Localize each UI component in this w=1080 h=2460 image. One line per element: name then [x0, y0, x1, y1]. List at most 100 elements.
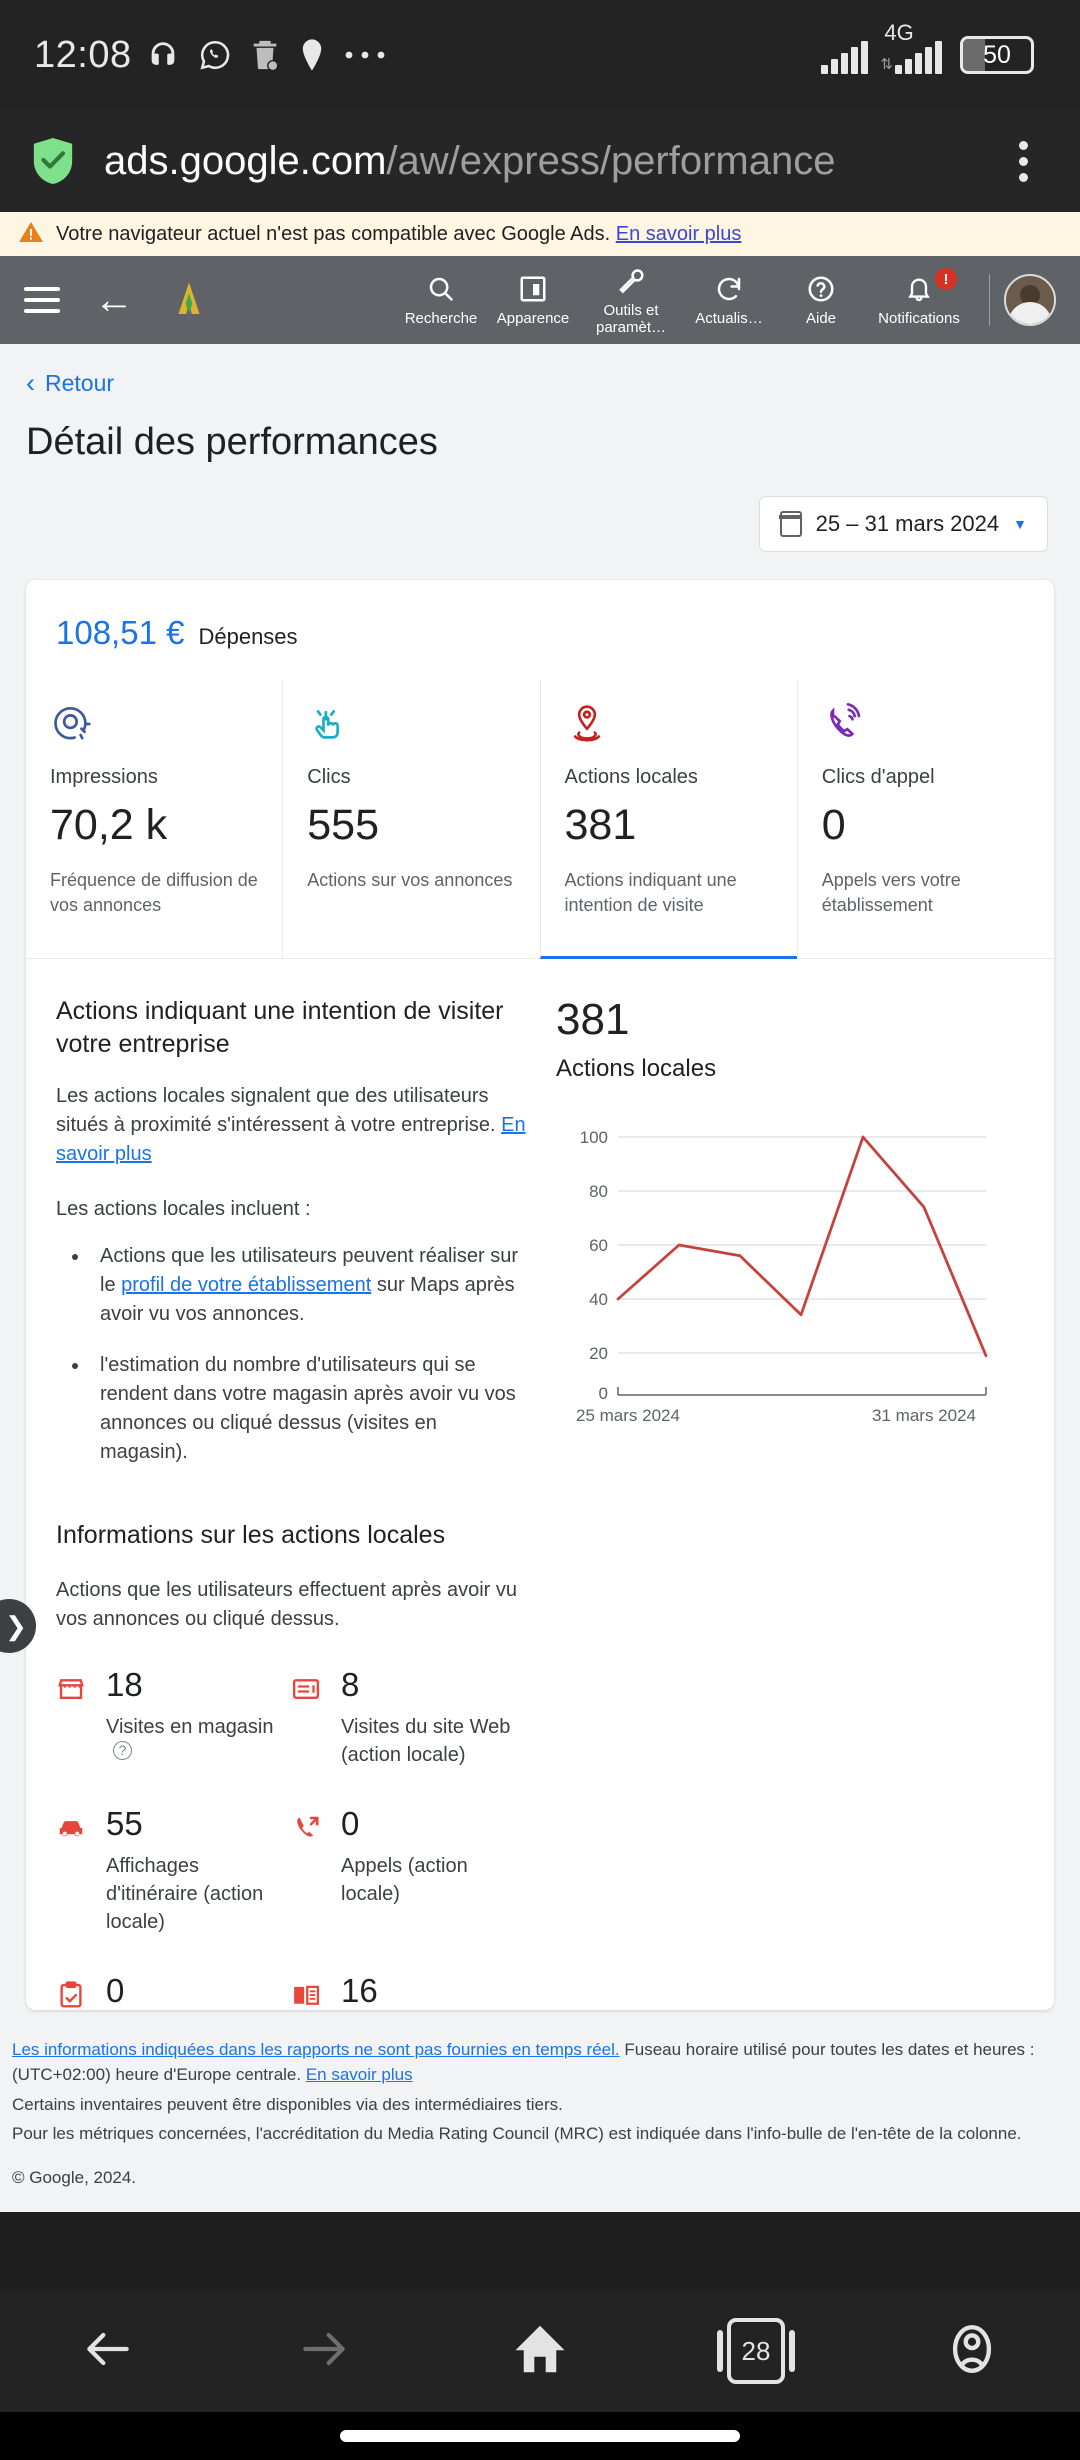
chart-metric-label: Actions locales [556, 1054, 717, 1082]
url-path: /aw/express/performance [386, 138, 836, 183]
metric-tiles: Impressions 70,2 k Fréquence de diffusio… [26, 680, 1054, 959]
local-stat-value: 8 [341, 1666, 360, 1704]
local-actions-info-heading: Informations sur les actions locales [56, 1521, 446, 1550]
warning-learn-more-link[interactable]: En savoir plus [616, 223, 742, 245]
performance-card: 108,51 € Dépenses Impressions 70,2 k Fré… [26, 580, 1054, 2010]
metric-name-clics-appel: Clics d'appel [821, 766, 935, 788]
metric-tile-actions-locales[interactable]: Actions locales 381 Actions indiquant un… [539, 680, 797, 959]
battery-icon: 50 [960, 36, 1034, 74]
wrench-icon [616, 264, 646, 298]
back-arrow-icon [80, 2321, 136, 2382]
call-clicks-icon [822, 698, 1030, 746]
metric-value-actions-locales: 381 [564, 801, 637, 849]
local-stat-value: 55 [106, 1805, 143, 1843]
local-stats-grid: 18 Visites en magasin? 8 Visites du site… [56, 1668, 526, 2010]
footer-learn-more-link[interactable]: En savoir plus [306, 2065, 413, 2084]
footer-line-1: Les informations indiquées dans les rapp… [12, 2037, 1068, 2088]
warning-triangle-icon [18, 220, 44, 249]
home-icon [509, 2318, 571, 2385]
data-transfer-icon: ⇅ [880, 56, 893, 73]
toolbar-item-apparence[interactable]: Apparence [487, 272, 579, 327]
directions-car-icon [56, 1807, 90, 1936]
tabs-icon: 28 [717, 2318, 795, 2384]
local-stat-visites-site-web: 8 Visites du site Web (action locale) [291, 1668, 526, 1769]
signal-strength-icon-1 [821, 40, 869, 74]
local-stat-label: Visites en magasin [106, 1716, 274, 1739]
date-range-picker[interactable]: 25 – 31 mars 2024 ▼ [758, 496, 1048, 552]
page-title: Détail des performances [26, 421, 438, 463]
chevron-left-icon: ‹ [26, 368, 35, 398]
nav-back-button[interactable] [0, 2321, 216, 2382]
gesture-bar [0, 2412, 1080, 2460]
toolbar-label-actualiser: Actualis… [695, 310, 763, 328]
toolbar-divider [989, 274, 990, 326]
kebab-menu-icon[interactable] [996, 140, 1050, 182]
battery-level-label: 50 [983, 40, 1011, 69]
list-item: l'estimation du nombre d'utilisateurs qu… [90, 1351, 526, 1467]
chart-svg: 100 80 60 40 20 0 [580, 1128, 988, 1403]
google-ads-toolbar: ← Recherche Apparence Outils et paramèt… [0, 256, 1080, 344]
detail-heading: Actions indiquant une intention de visit… [56, 996, 504, 1059]
location-pin-icon [298, 38, 326, 72]
back-link[interactable]: ‹ Retour [0, 344, 1080, 397]
local-stat-value: 0 [341, 1805, 360, 1843]
toolbar-back-arrow-icon[interactable]: ← [94, 280, 134, 320]
toolbar-item-actualiser[interactable]: Actualis… [683, 272, 775, 327]
battery-indicator: 50 [960, 36, 1034, 74]
detail-bullet-list: Actions que les utilisateurs peuvent réa… [90, 1242, 526, 1467]
nav-account-button[interactable] [864, 2320, 1080, 2383]
browser-compat-warning-banner: Votre navigateur actuel n'est pas compat… [0, 212, 1080, 256]
local-stat-commandes: 0 Commandes (action locale) [56, 1974, 291, 2010]
location-actions-icon [565, 698, 773, 746]
bullet1-link[interactable]: profil de votre établissement [121, 1274, 371, 1296]
local-stat-value: 18 [106, 1666, 143, 1704]
local-stat-value: 0 [106, 1972, 125, 2010]
url-domain: ads.google.com [104, 138, 387, 183]
menu-book-icon [291, 1974, 325, 2010]
browser-url-bar[interactable]: ads.google.com/aw/express/performance [0, 110, 1080, 212]
website-card-icon [291, 1668, 325, 1769]
metric-tile-clics[interactable]: Clics 555 Actions sur vos annonces [282, 680, 539, 958]
local-stat-appels: 0 Appels (action locale) [291, 1807, 526, 1936]
nav-home-button[interactable] [432, 2318, 648, 2385]
toolbar-item-aide[interactable]: Aide [775, 272, 867, 327]
network-type-group: 4G ⇅ [880, 20, 942, 74]
back-link-label: Retour [45, 370, 115, 396]
calendar-icon [779, 511, 803, 537]
toolbar-label-apparence: Apparence [496, 310, 570, 328]
google-ads-logo[interactable] [168, 279, 210, 321]
footer-realtime-link[interactable]: Les informations indiquées dans les rapp… [12, 2040, 620, 2059]
local-stat-value: 16 [341, 1972, 378, 2010]
storefront-icon [56, 1668, 90, 1769]
toolbar-item-outils-parametres[interactable]: Outils et paramèt… [579, 264, 683, 337]
hamburger-menu-icon[interactable] [24, 287, 60, 313]
metric-name-clics: Clics [307, 766, 351, 788]
warning-text: Votre navigateur actuel n'est pas compat… [56, 223, 741, 246]
date-range-row: 25 – 31 mars 2024 ▼ [0, 464, 1080, 552]
chart-column: 381 Actions locales 100 80 60 40 20 0 25… [556, 995, 1054, 2010]
status-bar-notification-icons [146, 38, 386, 72]
toolbar-item-recherche[interactable]: Recherche [395, 272, 487, 327]
local-stat-itineraire: 55 Affichages d'itinéraire (action local… [56, 1807, 291, 1936]
nav-tabs-button[interactable]: 28 [648, 2318, 864, 2384]
status-bar: 12:08 4G ⇅ 50 [0, 0, 1080, 110]
url-text[interactable]: ads.google.com/aw/express/performance [104, 139, 996, 184]
nav-forward-button[interactable] [216, 2321, 432, 2382]
tab-count-label: 28 [741, 2335, 771, 2366]
page-footer: Les informations indiquées dans les rapp… [0, 2021, 1080, 2191]
metric-tile-impressions[interactable]: Impressions 70,2 k Fréquence de diffusio… [26, 680, 282, 958]
network-type-label: 4G [884, 20, 914, 45]
toolbar-item-notifications[interactable]: ! Notifications [867, 268, 971, 327]
chart-total-value: 381 [556, 994, 630, 1044]
impressions-eye-icon [50, 698, 258, 746]
help-icon[interactable]: ? [113, 1741, 132, 1761]
click-hand-icon [307, 698, 515, 746]
local-actions-info-text: Actions que les utilisateurs effectuent … [56, 1579, 517, 1631]
trash-clock-icon [250, 38, 280, 72]
metric-name-impressions: Impressions [50, 766, 158, 788]
bell-icon [905, 272, 933, 306]
metric-value-clics-appel: 0 [821, 801, 846, 849]
avatar[interactable] [1004, 274, 1056, 326]
help-icon [806, 272, 836, 306]
metric-tile-clics-appel[interactable]: Clics d'appel 0 Appels vers votre établi… [796, 680, 1054, 958]
